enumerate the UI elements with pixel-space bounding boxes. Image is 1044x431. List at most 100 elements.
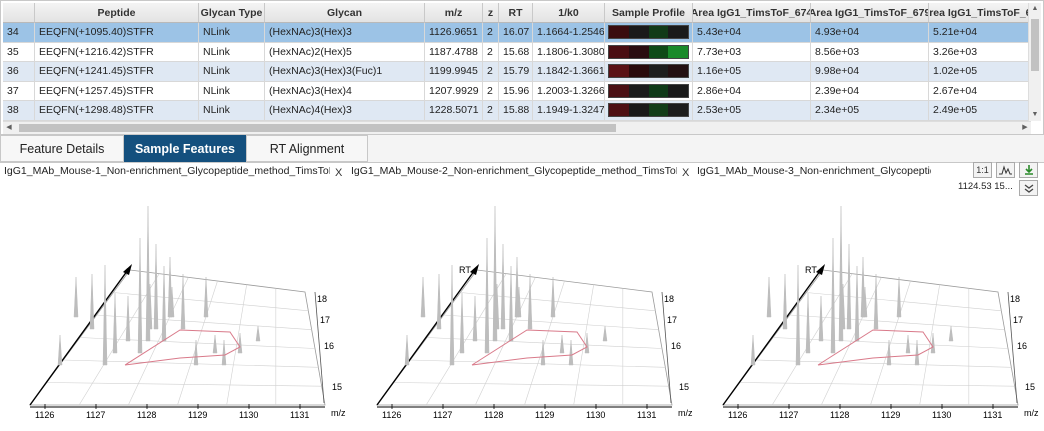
- coordinate-readout: 1124.53 15...: [958, 181, 1013, 192]
- cell-id: 36: [3, 62, 35, 82]
- cell-a679: 2.34e+05: [811, 101, 929, 121]
- mz-tick-label: 1130: [239, 410, 258, 420]
- cell-glycan_type: NLink: [199, 23, 265, 43]
- mz-tick-label: 1129: [535, 410, 554, 420]
- scroll-down-arrow-icon[interactable]: ▼: [1029, 109, 1041, 121]
- column-header-id[interactable]: [3, 3, 35, 23]
- grid-line: [78, 273, 160, 406]
- table-row[interactable]: 36 EEQFN(+1241.45)STFR NLink (HexNAc)3(Hex)…: [3, 62, 1031, 82]
- cell-glycan: (HexNAc)2(Hex)5: [265, 42, 425, 62]
- cell-glycan_type: NLink: [199, 81, 265, 101]
- grid-line: [806, 292, 1002, 312]
- mz-tick-label: 1131: [983, 410, 1002, 420]
- horizontal-scroll-thumb[interactable]: [19, 124, 616, 132]
- tab-feature-details[interactable]: Feature Details: [0, 135, 124, 162]
- rt-axis-arrow-icon: [816, 264, 825, 275]
- peak: [896, 276, 902, 318]
- rt-axis: [29, 266, 131, 406]
- cell-a68: 2.49e+05: [929, 101, 1031, 121]
- peak: [203, 276, 209, 318]
- peak: [449, 264, 455, 366]
- column-header-rt[interactable]: RT: [499, 3, 533, 23]
- rt-axis: [376, 266, 478, 406]
- cell-rt: 15.88: [499, 101, 533, 121]
- peak: [516, 286, 522, 318]
- mz-tick-label: 1130: [586, 410, 605, 420]
- cell-a68: 1.02e+05: [929, 62, 1031, 82]
- sample-file-tab-2[interactable]: IgG1_MAb_Mouse-2_Non-enrichment_Glycopep…: [351, 165, 677, 179]
- column-header-a674[interactable]: Area IgG1_TimsToF_674: [693, 3, 811, 23]
- mz-tick-label: 1128: [484, 410, 503, 420]
- column-header-a68[interactable]: Area IgG1_TimsToF_68: [929, 3, 1031, 23]
- rt-tick-label: 17: [667, 315, 677, 325]
- grid-line: [79, 337, 316, 349]
- cell-a674: 2.53e+05: [693, 101, 811, 121]
- sample-profile-heatmap: [605, 62, 693, 82]
- peak-icon[interactable]: [996, 162, 1015, 178]
- grid-line: [128, 277, 189, 406]
- column-header-peptide[interactable]: Peptide: [35, 3, 199, 23]
- grid-line: [443, 314, 659, 330]
- mz-axis-label: m/z: [331, 408, 346, 418]
- grid-line: [870, 280, 911, 406]
- cell-peptide: EEQFN(+1095.40)STFR: [35, 23, 199, 43]
- column-header-glycan_type[interactable]: Glycan Type: [199, 3, 265, 23]
- table-horizontal-scrollbar[interactable]: ◀ ▶: [3, 121, 1031, 134]
- peak: [540, 339, 546, 366]
- cell-rt: 15.79: [499, 62, 533, 82]
- tab-rt-alignment[interactable]: RT Alignment: [246, 135, 368, 162]
- sample-file-tab-3[interactable]: IgG1_MAb_Mouse-3_Non-enrichment_Glycopep…: [697, 165, 931, 179]
- peak: [584, 332, 590, 354]
- scroll-right-arrow-icon[interactable]: ▶: [1019, 122, 1031, 134]
- peak: [508, 265, 514, 342]
- download-icon[interactable]: [1019, 162, 1038, 178]
- table-row[interactable]: 35 EEQFN(+1216.42)STFR NLink (HexNAc)2(Hex)…: [3, 42, 1031, 62]
- table-row[interactable]: 37 EEQFN(+1257.45)STFR NLink (HexNAc)3(Hex)…: [3, 81, 1031, 101]
- cell-glycan: (HexNAc)4(Hex)3: [265, 101, 425, 121]
- cell-rt: 16.07: [499, 23, 533, 43]
- peak: [838, 205, 844, 342]
- close-sample-1-icon[interactable]: X: [335, 167, 342, 179]
- sample-profile-heatmap: [605, 101, 693, 121]
- cell-k0: 1.2003-1.3266: [533, 81, 605, 101]
- column-header-profile[interactable]: Sample Profile: [605, 3, 693, 23]
- peak: [102, 264, 108, 366]
- grid-line: [426, 337, 663, 349]
- table-row[interactable]: 34 EEQFN(+1095.40)STFR NLink (HexNAc)3(Hex)…: [3, 23, 1031, 43]
- close-sample-2-icon[interactable]: X: [682, 167, 689, 179]
- peak: [167, 256, 173, 318]
- rt-tick-label: 17: [1013, 315, 1023, 325]
- cell-mz: 1187.4788: [425, 42, 483, 62]
- column-header-z[interactable]: z: [483, 3, 499, 23]
- expand-chevron-icon[interactable]: [1019, 180, 1038, 196]
- cell-z: 2: [483, 81, 499, 101]
- grid-line: [96, 314, 312, 330]
- peak: [805, 292, 811, 354]
- table-vertical-scrollbar[interactable]: ▲ ▼: [1028, 3, 1041, 121]
- grid-line: [113, 292, 309, 312]
- peak: [550, 276, 556, 318]
- grid-line: [226, 284, 247, 406]
- cell-peptide: EEQFN(+1216.42)STFR: [35, 42, 199, 62]
- table-row[interactable]: 38 EEQFN(+1298.48)STFR NLink (HexNAc)4(Hex)…: [3, 101, 1031, 121]
- cell-mz: 1228.5071: [425, 101, 483, 121]
- peak: [169, 286, 175, 318]
- sample-file-tab-1[interactable]: IgG1_MAb_Mouse-1_Non-enrichment_Glycopep…: [4, 165, 330, 179]
- rt-axis-arrow-icon: [123, 264, 132, 275]
- column-header-mz[interactable]: m/z: [425, 3, 483, 23]
- ratio-icon[interactable]: 1:1: [973, 162, 992, 178]
- column-header-glycan[interactable]: Glycan: [265, 3, 425, 23]
- scroll-left-arrow-icon[interactable]: ◀: [3, 122, 15, 134]
- column-header-k0[interactable]: 1/k0: [533, 3, 605, 23]
- peak: [750, 334, 756, 366]
- grid-line: [475, 277, 536, 406]
- vertical-scroll-thumb[interactable]: [1031, 19, 1039, 71]
- grid-line: [919, 284, 940, 406]
- tab-sample-features[interactable]: Sample Features: [124, 135, 246, 162]
- cell-a674: 1.16e+05: [693, 62, 811, 82]
- mz-tick-label: 1128: [137, 410, 156, 420]
- column-header-a679[interactable]: Area IgG1_TimsToF_679: [811, 3, 929, 23]
- rt-scale-line: [314, 291, 325, 404]
- mz-tick-label: 1131: [290, 410, 309, 420]
- scroll-up-arrow-icon[interactable]: ▲: [1029, 3, 1041, 15]
